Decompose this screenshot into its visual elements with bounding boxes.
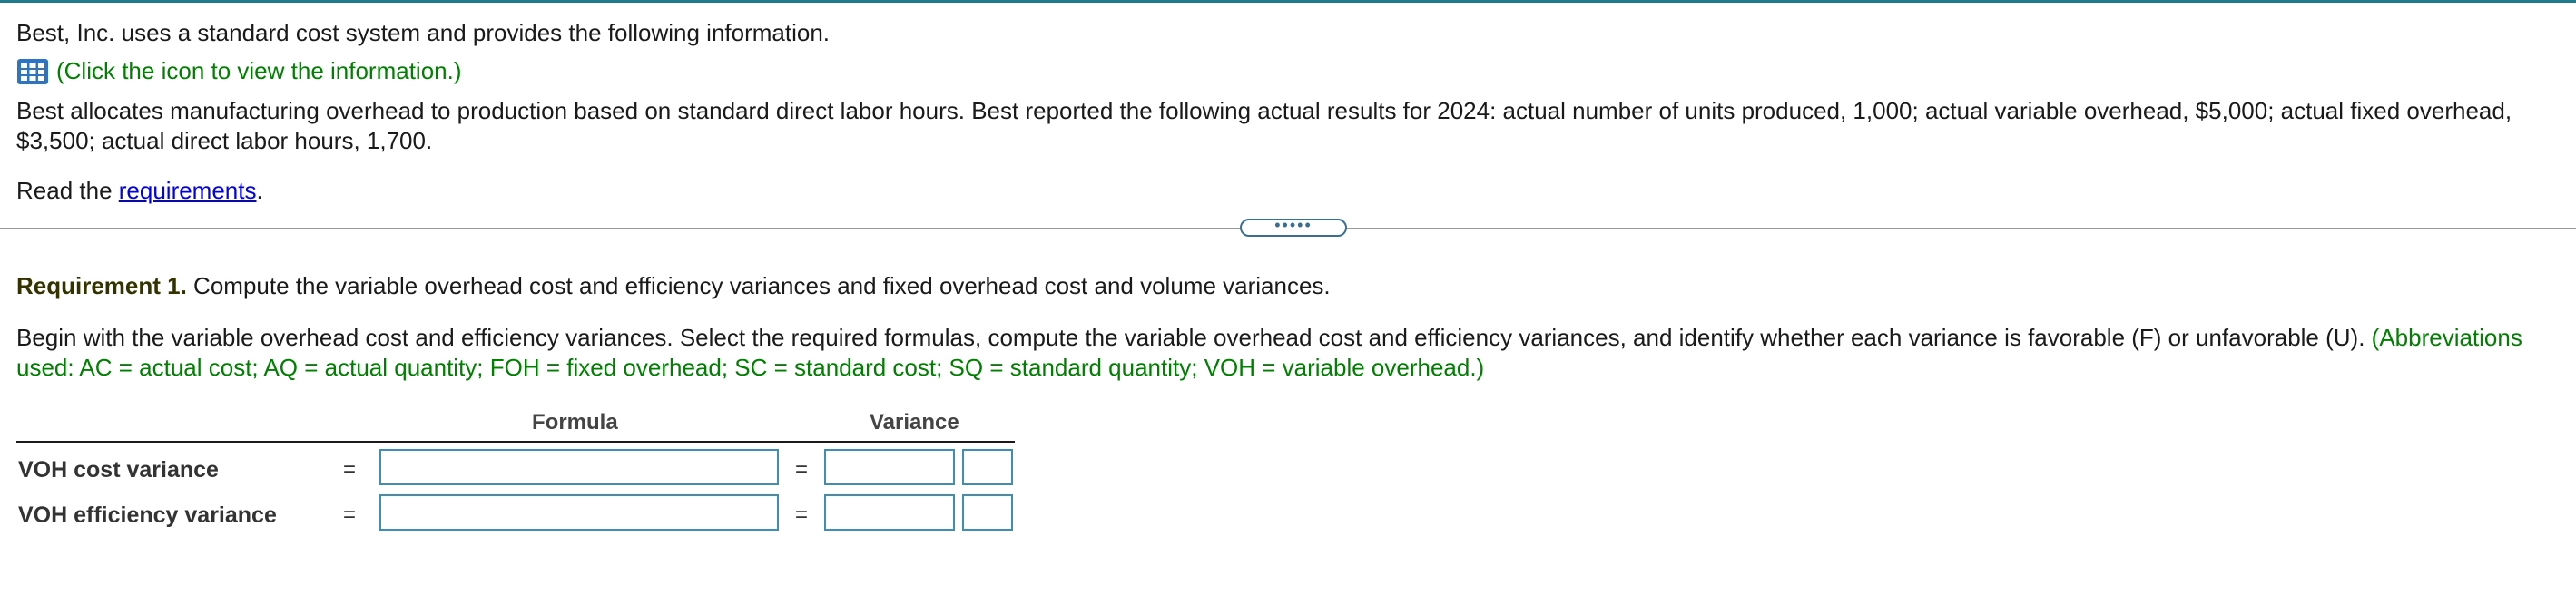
equals-sign: = [343,503,357,527]
voh-cost-variance-label: VOH cost variance [18,457,219,483]
instructions-line1: Begin with the variable overhead cost an… [16,323,2522,353]
read-prefix: Read the [16,177,119,204]
equals-sign: = [795,503,809,527]
voh-efficiency-favorable-unfavorable-input[interactable] [962,494,1013,531]
table-grid-icon[interactable] [16,58,49,85]
intro-text: Best, Inc. uses a standard cost system a… [16,19,831,46]
problem-paragraph-line1: Best allocates manufacturing overhead to… [16,97,2512,124]
requirements-link[interactable]: requirements [119,177,257,204]
voh-cost-favorable-unfavorable-input[interactable] [962,449,1013,485]
divider-drag-handle[interactable]: ••••• [1240,217,1347,237]
requirement-label: Requirement 1. [16,272,187,299]
formula-column-header: Formula [532,410,618,434]
voh-efficiency-formula-input[interactable] [379,494,779,531]
equals-sign: = [343,457,357,482]
voh-efficiency-variance-label: VOH efficiency variance [18,503,277,528]
problem-paragraph-line2: $3,500; actual direct labor hours, 1,700… [16,127,433,154]
requirement-heading: Requirement 1. Compute the variable over… [16,271,1331,301]
view-information-text[interactable]: (Click the icon to view the information.… [56,57,462,84]
voh-efficiency-variance-input[interactable] [824,494,955,531]
variance-column-header: Variance [870,410,959,434]
header-rule [16,441,1015,443]
voh-cost-variance-input[interactable] [824,449,955,485]
requirement-text: Compute the variable overhead cost and e… [186,272,1331,299]
voh-cost-formula-input[interactable] [379,449,779,485]
equals-sign: = [795,457,809,482]
read-requirements: Read the requirements. [16,176,263,206]
top-accent-bar [0,0,2576,3]
abbreviations-start: (Abbreviations [2365,324,2522,351]
view-information-link[interactable]: (Click the icon to view the information.… [16,56,462,86]
instructions-text: Begin with the variable overhead cost an… [16,324,2365,351]
read-suffix: . [256,177,263,204]
abbreviations-line2: used: AC = actual cost; AQ = actual quan… [16,354,1485,381]
